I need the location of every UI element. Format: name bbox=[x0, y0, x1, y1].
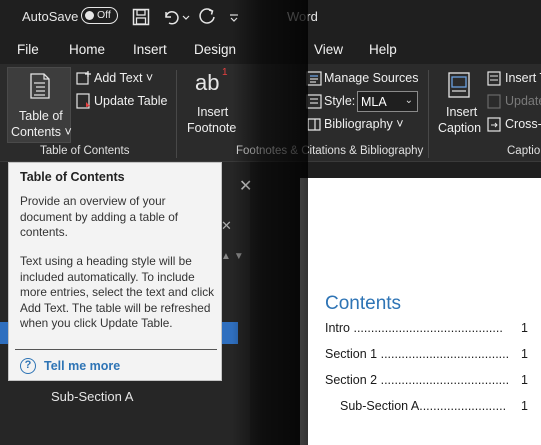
captions-group-label: Captio bbox=[507, 145, 541, 157]
tooltip-title: Table of Contents bbox=[20, 170, 125, 184]
insert-footnote-line1[interactable]: Insert bbox=[197, 105, 228, 119]
tooltip-details: Text using a heading style will be inclu… bbox=[20, 254, 215, 330]
tab-design[interactable]: Design bbox=[194, 42, 236, 57]
insert-caption-line1[interactable]: Insert bbox=[446, 105, 477, 119]
chevron-down-icon: ⌄ bbox=[404, 95, 413, 106]
citation-style-value: MLA bbox=[361, 95, 387, 109]
insert-footnote-line2[interactable]: Footnote bbox=[187, 121, 236, 135]
add-text-icon bbox=[76, 71, 91, 85]
manage-sources-button[interactable]: Manage Sources bbox=[324, 71, 419, 85]
insert-caption-line2[interactable]: Caption bbox=[438, 121, 481, 135]
bibliography-icon bbox=[307, 118, 321, 131]
autosave-label: AutoSave bbox=[22, 9, 79, 24]
toc-group-label: Table of Contents bbox=[40, 145, 130, 157]
update-table-button[interactable]: Update Table bbox=[94, 94, 167, 108]
toc-page-number: 1 bbox=[521, 373, 528, 387]
toc-page-number: 1 bbox=[521, 399, 528, 413]
style-label: Style: bbox=[324, 94, 356, 108]
tab-insert[interactable]: Insert bbox=[133, 42, 167, 57]
save-icon[interactable] bbox=[131, 7, 151, 27]
toc-page-number: 1 bbox=[521, 321, 528, 335]
tab-home[interactable]: Home bbox=[69, 42, 105, 57]
insert-table-of-figures-icon bbox=[487, 71, 501, 86]
bibliography-button[interactable]: Bibliography ˅ bbox=[324, 117, 404, 131]
update-table-icon bbox=[487, 94, 501, 109]
nav-heading-sub-section-a[interactable]: Sub-Section A bbox=[51, 389, 133, 404]
undo-icon[interactable] bbox=[161, 7, 181, 27]
redo-icon[interactable] bbox=[198, 7, 218, 27]
citation-style-select[interactable]: MLA ⌄ bbox=[357, 91, 418, 112]
toggle-knob bbox=[85, 10, 94, 20]
update-table-of-figures-button: Update bbox=[505, 94, 541, 108]
toc-entry: Section 1 ..............................… bbox=[325, 347, 510, 361]
toc-heading: Contents bbox=[325, 293, 402, 314]
toc-label-line2: Contents ˅ bbox=[11, 125, 72, 139]
group-divider bbox=[428, 70, 429, 158]
autosave-state: Off bbox=[97, 9, 111, 21]
tooltip-divider bbox=[15, 349, 217, 350]
update-table-icon bbox=[76, 93, 90, 109]
toc-entry: Sub-Section A......................... bbox=[340, 399, 507, 413]
add-text-button[interactable]: Add Text ˅ bbox=[94, 71, 153, 85]
footnote-icon: ab bbox=[195, 70, 220, 95]
tooltip-description: Provide an overview of your document by … bbox=[20, 194, 179, 239]
shadow-overlay bbox=[232, 0, 308, 445]
cross-reference-icon bbox=[487, 117, 501, 132]
footnote-superscript: 1 bbox=[222, 67, 228, 78]
table-of-contents-button[interactable]: Table of Contents ˅ bbox=[7, 67, 72, 143]
toc-label-line1: Table of bbox=[19, 109, 63, 123]
undo-dropdown-icon[interactable] bbox=[181, 7, 191, 27]
tab-view[interactable]: View bbox=[314, 42, 343, 57]
toc-entry: Section 2 ..............................… bbox=[325, 373, 510, 387]
tell-me-more-link[interactable]: Tell me more bbox=[44, 359, 120, 373]
cross-reference-button[interactable]: Cross-r bbox=[505, 117, 541, 131]
help-icon[interactable]: ? bbox=[20, 358, 36, 374]
toc-entry: Intro ..................................… bbox=[325, 321, 503, 335]
group-divider bbox=[176, 70, 177, 158]
style-icon bbox=[306, 94, 322, 109]
table-of-contents-icon bbox=[30, 73, 50, 99]
autosave-toggle[interactable]: Off bbox=[81, 7, 118, 24]
tab-file[interactable]: File bbox=[17, 42, 39, 57]
clear-search-icon[interactable]: ✕ bbox=[221, 218, 232, 234]
tab-help[interactable]: Help bbox=[369, 42, 397, 57]
insert-table-of-figures-button[interactable]: Insert T bbox=[505, 71, 541, 85]
insert-caption-icon bbox=[448, 72, 470, 98]
toc-page-number: 1 bbox=[521, 347, 528, 361]
manage-sources-icon bbox=[306, 71, 322, 86]
table-of-contents-tooltip: Table of Contents Provide an overview of… bbox=[8, 162, 222, 381]
